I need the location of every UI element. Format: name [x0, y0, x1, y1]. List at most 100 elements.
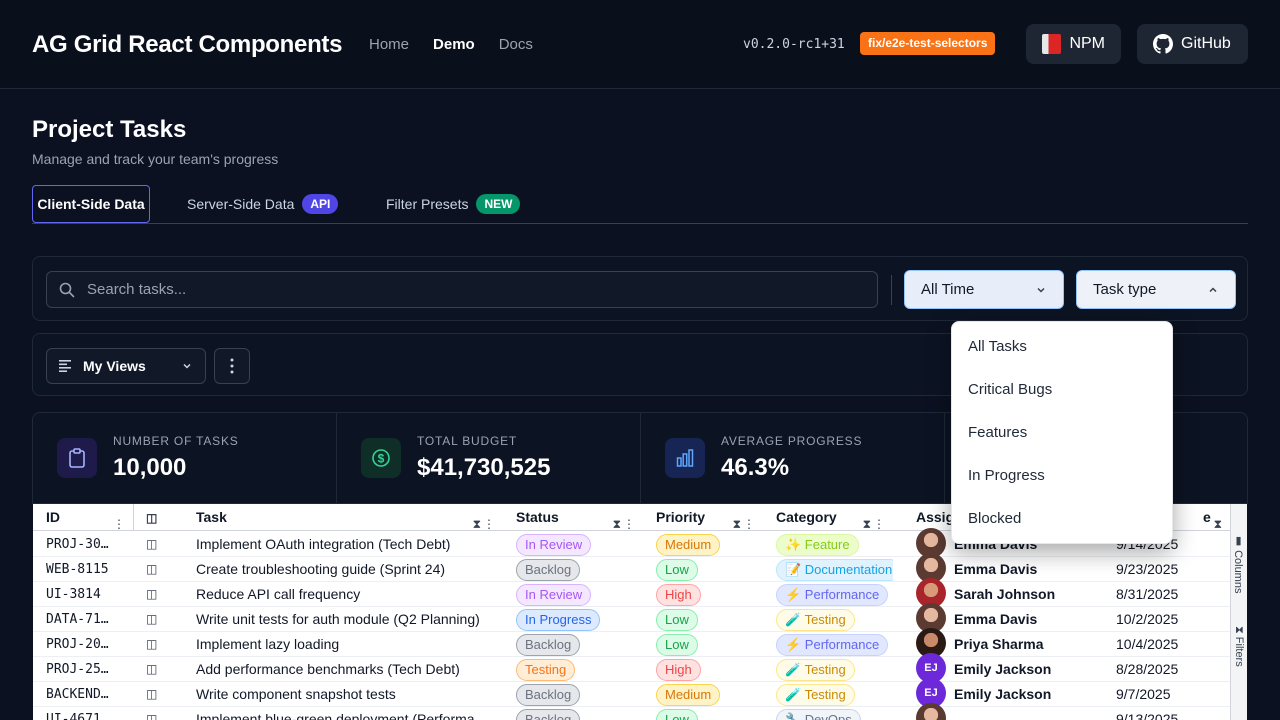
row-checkbox[interactable]: ◫ [133, 707, 183, 720]
filters-panel-tab[interactable]: ⧗ Filters [1231, 626, 1245, 667]
stat-number-of-tasks: NUMBER OF TASKS 10,000 [33, 413, 337, 505]
cell-task[interactable]: Create troubleshooting guide (Sprint 24) [183, 557, 503, 582]
column-header-select[interactable]: ◫ [133, 504, 183, 531]
time-range-select[interactable]: All Time [904, 270, 1064, 309]
table-row[interactable]: UI-4671 ◫ Implement blue-green deployment … [33, 703, 1230, 720]
cell-status[interactable]: Backlog [503, 682, 643, 707]
npm-button[interactable]: NPM [1026, 24, 1121, 64]
menu-item-all-tasks[interactable]: All Tasks [952, 325, 1172, 368]
cell-category[interactable]: 🔧 DevOps [763, 707, 893, 720]
table-row[interactable]: UI-3814 ◫ Reduce API call frequency In Revi… [33, 578, 1230, 609]
cell-status[interactable]: In Review [503, 582, 643, 607]
menu-item-features[interactable]: Features [952, 411, 1172, 454]
cell-task[interactable]: Write component snapshot tests [183, 682, 503, 707]
table-row[interactable]: BACKEND… ◫ Write component snapshot tests B… [33, 678, 1230, 709]
status-badge: In Progress [516, 609, 601, 631]
cell-id[interactable]: PROJ-25… [33, 657, 133, 682]
cell-category[interactable]: ⚡ Performance [763, 632, 893, 657]
app-brand[interactable]: AG Grid React Components [32, 31, 342, 59]
cell-category[interactable]: ⚡ Performance [763, 582, 893, 607]
cell-task[interactable]: Implement blue-green deployment (Perform… [183, 707, 503, 720]
column-header-priority[interactable]: Priority ⧗ ⋮ [643, 504, 763, 531]
cell-priority[interactable]: Medium [643, 532, 763, 557]
cell-task[interactable]: Add performance benchmarks (Tech Debt) [183, 657, 503, 682]
column-header-id[interactable]: ID ⋮ [33, 504, 133, 531]
column-header-category[interactable]: Category ⧗ ⋮ [763, 504, 893, 531]
search-box[interactable] [46, 271, 878, 308]
row-checkbox[interactable]: ◫ [133, 607, 183, 632]
cell-due-date[interactable]: 10/4/2025 [1103, 632, 1230, 657]
stat-value: 10,000 [113, 454, 187, 481]
cell-due-date[interactable]: 9/23/2025 [1103, 557, 1230, 582]
table-row[interactable]: WEB-8115 ◫ Create troubleshooting guide (S… [33, 553, 1230, 584]
cell-priority[interactable]: Low [643, 607, 763, 632]
columns-panel-tab[interactable]: ▮ Columns [1231, 534, 1245, 593]
table-row[interactable]: PROJ-20… ◫ Implement lazy loading Backlog Lo… [33, 628, 1230, 659]
cell-category[interactable]: 🧪 Testing [763, 607, 893, 632]
cell-task[interactable]: Reduce API call frequency [183, 582, 503, 607]
menu-item-in-progress[interactable]: In Progress [952, 454, 1172, 497]
cell-priority[interactable]: Low [643, 707, 763, 720]
cell-assignee[interactable] [903, 703, 1103, 720]
cell-task[interactable]: Implement lazy loading [183, 632, 503, 657]
cell-category[interactable]: ✨ Feature [763, 532, 893, 557]
cell-task[interactable]: Write unit tests for auth module (Q2 Pla… [183, 607, 503, 632]
cell-id[interactable]: PROJ-20… [33, 632, 133, 657]
row-checkbox[interactable]: ◫ [133, 682, 183, 707]
cell-priority[interactable]: High [643, 582, 763, 607]
cell-category[interactable]: 🧪 Testing [763, 682, 893, 707]
cell-category[interactable]: 📝 Documentation [763, 557, 893, 582]
search-input[interactable] [87, 281, 787, 298]
cell-due-date[interactable]: 8/28/2025 [1103, 657, 1230, 682]
column-header-task[interactable]: Task ⧗ ⋮ [183, 504, 503, 531]
table-row[interactable]: PROJ-25… ◫ Add performance benchmarks (Tec… [33, 653, 1230, 684]
cell-status[interactable]: In Review [503, 532, 643, 557]
nav-home-link[interactable]: Home [369, 36, 409, 53]
tab-server-side-data[interactable]: Server-Side Data API [187, 185, 339, 223]
cell-id[interactable]: UI-3814 [33, 582, 133, 607]
cell-status[interactable]: Backlog [503, 557, 643, 582]
views-more-button[interactable] [214, 348, 250, 384]
nav-docs-link[interactable]: Docs [499, 36, 533, 53]
stat-value: $41,730,525 [417, 454, 551, 481]
cell-task[interactable]: Implement OAuth integration (Tech Debt) [183, 532, 503, 557]
column-header-label: Priority [656, 509, 706, 525]
row-checkbox[interactable]: ◫ [133, 632, 183, 657]
row-checkbox[interactable]: ◫ [133, 582, 183, 607]
stat-label: AVERAGE PROGRESS [721, 434, 863, 448]
cell-priority[interactable]: Low [643, 632, 763, 657]
cell-due-date[interactable]: 10/2/2025 [1103, 607, 1230, 632]
task-type-select[interactable]: Task type [1076, 270, 1236, 309]
status-badge: Backlog [516, 634, 581, 656]
row-checkbox[interactable]: ◫ [133, 557, 183, 582]
table-row[interactable]: DATA-71… ◫ Write unit tests for auth modul… [33, 603, 1230, 634]
cell-id[interactable]: DATA-71… [33, 607, 133, 632]
cell-priority[interactable]: Medium [643, 682, 763, 707]
cell-status[interactable]: Backlog [503, 632, 643, 657]
tab-filter-presets[interactable]: Filter Presets NEW [386, 185, 521, 223]
cell-priority[interactable]: High [643, 657, 763, 682]
column-header-status[interactable]: Status ⧗ ⋮ [503, 504, 643, 531]
row-checkbox[interactable]: ◫ [133, 532, 183, 557]
nav-demo-link[interactable]: Demo [433, 36, 475, 53]
cell-id[interactable]: PROJ-30… [33, 532, 133, 557]
cell-status[interactable]: In Progress [503, 607, 643, 632]
menu-item-critical-bugs[interactable]: Critical Bugs [952, 368, 1172, 411]
cell-due-date[interactable]: 8/31/2025 [1103, 582, 1230, 607]
cell-category[interactable]: 🧪 Testing [763, 657, 893, 682]
tab-client-side-data[interactable]: Client-Side Data [32, 185, 150, 223]
row-checkbox[interactable]: ◫ [133, 657, 183, 682]
cell-due-date[interactable]: 9/13/2025 [1103, 707, 1230, 720]
menu-item-blocked[interactable]: Blocked [952, 497, 1172, 540]
priority-badge: Low [656, 709, 698, 720]
github-button[interactable]: GitHub [1137, 24, 1248, 64]
cell-priority[interactable]: Low [643, 557, 763, 582]
my-views-dropdown[interactable]: My Views [46, 348, 206, 384]
stat-value: 46.3% [721, 454, 790, 481]
cell-id[interactable]: WEB-8115 [33, 557, 133, 582]
cell-id[interactable]: BACKEND… [33, 682, 133, 707]
cell-id[interactable]: UI-4671 [33, 707, 133, 720]
cell-status[interactable]: Backlog [503, 707, 643, 720]
cell-due-date[interactable]: 9/7/2025 [1103, 682, 1230, 707]
cell-status[interactable]: Testing [503, 657, 643, 682]
